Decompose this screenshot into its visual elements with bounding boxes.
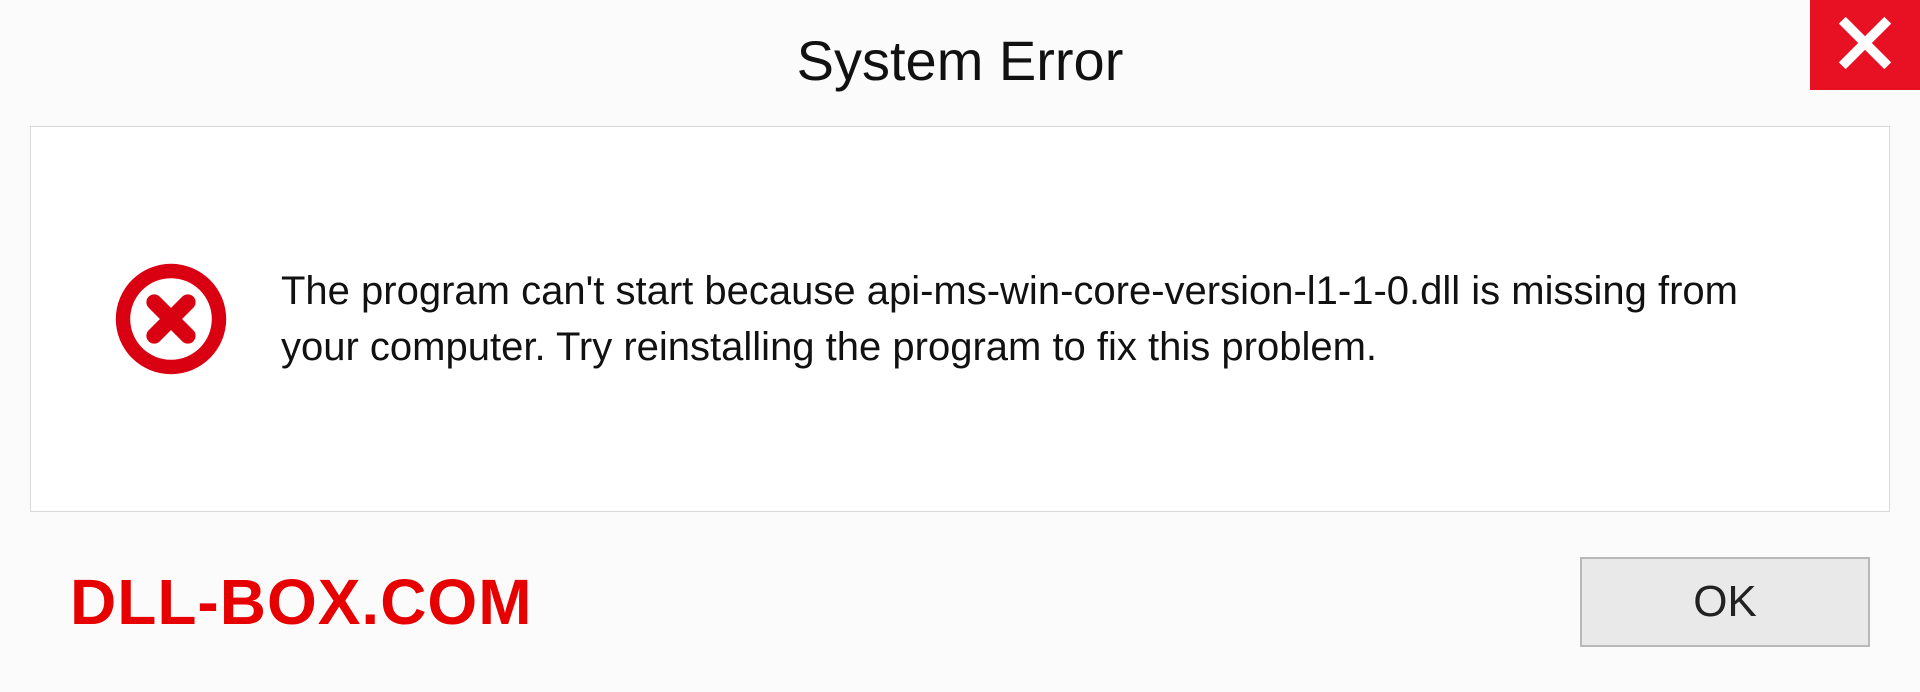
close-button[interactable]: [1810, 0, 1920, 90]
watermark-text: DLL-BOX.COM: [70, 565, 533, 639]
close-icon: [1836, 14, 1894, 77]
titlebar: System Error: [0, 0, 1920, 120]
dialog-footer: DLL-BOX.COM OK: [0, 512, 1920, 692]
message-panel: The program can't start because api-ms-w…: [30, 126, 1890, 512]
error-dialog: System Error The program can't start bec…: [0, 0, 1920, 692]
ok-button-label: OK: [1693, 577, 1757, 627]
error-message: The program can't start because api-ms-w…: [281, 263, 1741, 375]
dialog-title: System Error: [40, 28, 1880, 93]
ok-button[interactable]: OK: [1580, 557, 1870, 647]
error-icon: [111, 259, 231, 379]
